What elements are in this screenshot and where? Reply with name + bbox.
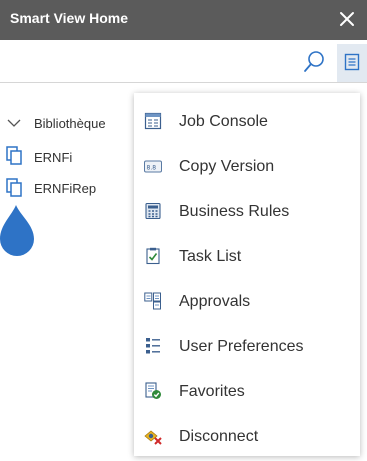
tree-item-ernfirep[interactable]: ERNFiRep <box>34 181 96 196</box>
dropdown-menu: Job Console 8.8 Copy Version Business Ru… <box>134 93 360 456</box>
menu-item-label: Approvals <box>179 293 251 310</box>
menu-item-label: Job Console <box>179 113 268 130</box>
menu-item-label: Copy Version <box>179 158 275 175</box>
menu-item-label: Business Rules <box>179 203 290 220</box>
menu-item-label: Favorites <box>179 383 245 400</box>
chevron-down-icon[interactable] <box>6 115 22 131</box>
job-console-icon <box>144 112 162 130</box>
menu-item-business-rules[interactable]: Business Rules <box>134 188 360 233</box>
menu-item-label: Disconnect <box>179 428 259 445</box>
tree-item-ernfi[interactable]: ERNFi <box>34 150 72 165</box>
connection-icon <box>6 178 22 197</box>
window-title: Smart View Home <box>10 10 129 26</box>
tree-root-label[interactable]: Bibliothèque <box>34 116 106 131</box>
menu-item-copy-version[interactable]: 8.8 Copy Version <box>134 143 360 188</box>
menu-item-user-preferences[interactable]: User Preferences <box>134 323 360 368</box>
svg-text:8.8: 8.8 <box>147 165 157 172</box>
menu-item-favorites[interactable]: Favorites <box>134 368 360 413</box>
menu-list-icon <box>344 53 360 71</box>
search-icon <box>304 51 324 72</box>
close-icon <box>340 12 354 26</box>
close-button[interactable] <box>337 9 357 29</box>
title-bar: Smart View Home <box>0 0 367 40</box>
drag-handle-icon[interactable] <box>0 205 36 257</box>
menu-item-label: User Preferences <box>179 338 304 355</box>
connection-icon <box>6 146 22 165</box>
menu-item-task-list[interactable]: Task List <box>134 233 360 278</box>
disconnect-icon <box>144 430 162 445</box>
menu-item-job-console[interactable]: Job Console <box>134 98 360 143</box>
favorites-icon <box>145 382 161 399</box>
business-rules-icon <box>145 202 161 220</box>
search-button[interactable] <box>302 50 326 74</box>
menu-item-label: Task List <box>179 248 242 265</box>
copy-version-icon: 8.8 <box>144 160 162 173</box>
task-list-icon <box>146 247 160 265</box>
user-preferences-icon <box>146 338 160 354</box>
menu-item-disconnect[interactable]: Disconnect <box>134 413 360 458</box>
approvals-icon <box>144 292 161 310</box>
more-menu-button[interactable] <box>337 44 367 82</box>
menu-item-approvals[interactable]: Approvals <box>134 278 360 323</box>
